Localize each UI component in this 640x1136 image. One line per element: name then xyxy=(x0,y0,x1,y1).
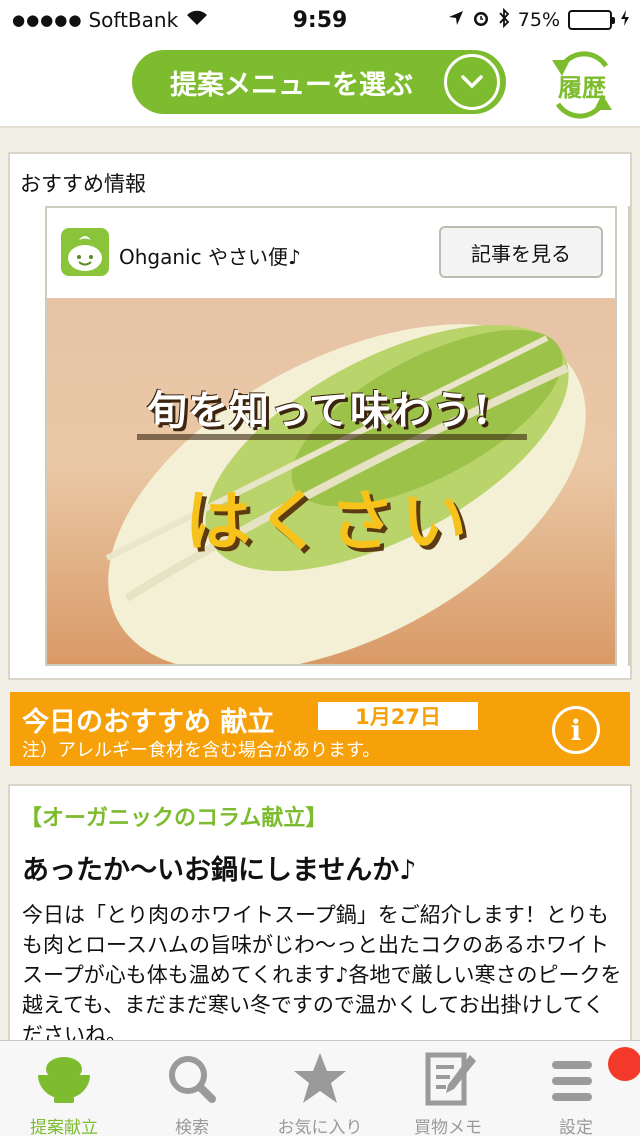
memo-icon xyxy=(425,1052,476,1106)
star-icon xyxy=(294,1053,346,1103)
column-body: 今日は「とり肉のホワイトスープ鍋」をご紹介します！とりもも肉とロースハムの旨味が… xyxy=(22,903,622,1044)
todays-date-badge: 1月27日 xyxy=(318,702,478,730)
carrier-name: SoftBank xyxy=(88,8,179,32)
tab-suggested-menu[interactable]: 提案献立 xyxy=(0,1041,128,1136)
column-card[interactable]: 【オーガニックのコラム献立】 あったか〜いお鍋にしませんか♪ 今日は「とり肉のホ… xyxy=(8,784,632,1044)
tab-label: 買物メモ xyxy=(414,1118,482,1136)
chevron-down-icon xyxy=(444,54,500,110)
rice-bowl-icon xyxy=(38,1057,90,1103)
allergy-notice: 注）アレルギー食材を含む場合があります。 xyxy=(22,740,381,761)
history-button[interactable]: 履歴 xyxy=(548,46,616,122)
ad-brand-name: Ohganic やさい便♪ xyxy=(119,245,301,269)
tab-label: 設定 xyxy=(559,1118,593,1136)
battery-percent: 75% xyxy=(517,9,560,31)
bluetooth-icon xyxy=(498,7,510,33)
settings-icon xyxy=(552,1061,592,1101)
history-label: 履歴 xyxy=(558,74,606,102)
tab-label: 提案献立 xyxy=(30,1118,98,1136)
cabbage-image: 旬を知って味わう! はくさい xyxy=(47,298,615,664)
notification-badge xyxy=(608,1047,640,1081)
menu-select-label: 提案メニューを選ぶ xyxy=(170,69,413,101)
tab-label: お気に入り xyxy=(277,1118,363,1136)
ad-banner[interactable]: Ohganic やさい便♪ 記事を見る 旬を知って味わう! はくさい xyxy=(45,206,617,666)
ad-vegetable-name: はくさい xyxy=(185,483,473,560)
recommendation-title: おすすめ情報 xyxy=(20,172,146,196)
battery-icon xyxy=(568,10,615,30)
column-tag: 【オーガニックのコラム献立】 xyxy=(20,806,328,831)
tab-favorites[interactable]: お気に入り xyxy=(256,1041,384,1136)
next-ad-peek[interactable] xyxy=(628,206,630,666)
recommendation-section: おすすめ情報 Ohganic やさい便♪ 記事を見る 旬を知って味わう! はくさ… xyxy=(8,152,632,680)
tab-bar: 提案献立 検索 お気に入り 買物メモ 設定 xyxy=(0,1040,640,1136)
info-icon[interactable]: i xyxy=(552,706,600,754)
tab-shopping-memo[interactable]: 買物メモ xyxy=(384,1041,512,1136)
location-arrow-icon xyxy=(448,9,464,31)
search-icon xyxy=(169,1056,216,1103)
todays-recommendation-bar: 今日のおすすめ 献立 1月27日 注）アレルギー食材を含む場合があります。 i xyxy=(10,692,630,766)
tab-label: 検索 xyxy=(175,1118,209,1136)
app-header: 提案メニューを選ぶ 履歴 xyxy=(0,40,640,128)
ad-headline: 旬を知って味わう! xyxy=(147,387,492,434)
signal-strength-icon: ●●●●● xyxy=(12,11,83,29)
todays-recommendation-title: 今日のおすすめ 献立 xyxy=(22,707,275,738)
tab-search[interactable]: 検索 xyxy=(128,1041,256,1136)
wifi-icon xyxy=(186,10,208,30)
column-heading: あったか〜いお鍋にしませんか♪ xyxy=(22,855,417,886)
status-bar: ●●●●● SoftBank 9:59 75% xyxy=(0,0,640,40)
view-article-button[interactable]: 記事を見る xyxy=(439,226,603,278)
alarm-icon xyxy=(472,9,490,32)
tab-settings[interactable]: 設定 xyxy=(512,1041,640,1136)
ohganic-logo xyxy=(61,228,109,276)
menu-select-button[interactable]: 提案メニューを選ぶ xyxy=(132,50,506,114)
charging-icon xyxy=(620,9,630,32)
